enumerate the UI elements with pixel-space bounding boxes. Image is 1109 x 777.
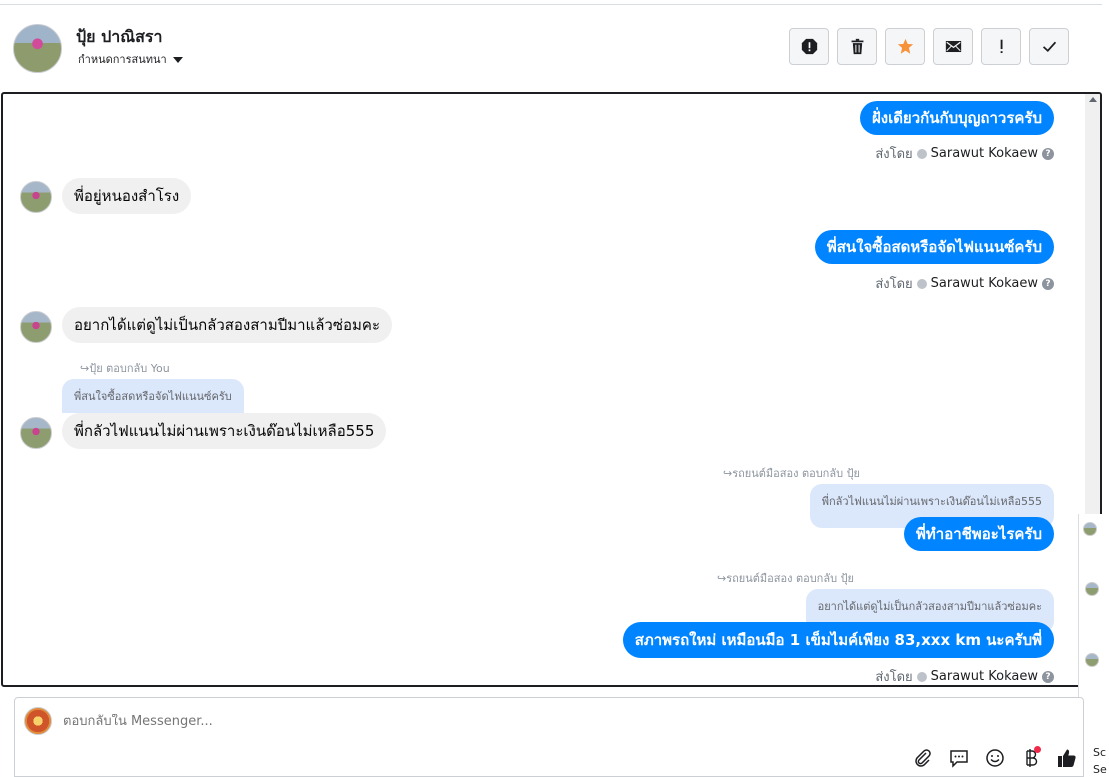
header-toolbar [789, 28, 1069, 65]
preview-avatar [1085, 653, 1099, 667]
reply-indicator: ↪รถยนต์มือสอง ตอบกลับ ปุ้ย [717, 572, 854, 585]
scroll-up-arrow-icon[interactable] [1089, 97, 1097, 102]
saved-replies-button[interactable] [947, 746, 971, 770]
preview-text: Sc [1093, 746, 1107, 759]
sent-by-label: ส่งโดย [875, 670, 913, 685]
emoji-icon [986, 749, 1004, 767]
message-outgoing[interactable]: สภาพรถใหม่ เหมือนมือ 1 เข็มไมค์เพียง 83,… [622, 622, 1054, 658]
star-button[interactable] [885, 28, 925, 65]
message-incoming[interactable]: พี่กลัวไฟแนนไม่ผ่านเพราะเงินด๊อนไม่เหลือ… [62, 413, 387, 449]
like-button[interactable] [1055, 746, 1079, 770]
mark-spam-button[interactable] [789, 28, 829, 65]
contact-avatar-small [20, 417, 52, 449]
contact-name[interactable]: ปุ้ย ปาณิสรา [76, 25, 162, 50]
mail-icon [945, 40, 961, 53]
scrollbar-thumb[interactable] [1087, 110, 1098, 556]
verified-icon [916, 148, 927, 159]
mark-unread-button[interactable] [933, 28, 973, 65]
star-icon [897, 38, 913, 54]
quoted-message[interactable]: พี่สนใจซื้อสดหรือจัดไฟแนนซ์ครับ [62, 379, 244, 413]
message-incoming[interactable]: อยากได้แต่ดูไม่เป็นกลัวสองสามปีมาแล้วซ่อ… [62, 307, 393, 343]
contact-avatar-small [20, 311, 52, 343]
preview-avatar [1083, 522, 1097, 536]
sent-by-label: ส่งโดย [875, 277, 913, 292]
mark-done-button[interactable] [1029, 28, 1069, 65]
follow-up-button[interactable] [981, 28, 1021, 65]
sender-name: Sarawut Kokaew [930, 146, 1038, 161]
like-icon [1058, 749, 1076, 767]
preview-text: Se [1093, 763, 1107, 776]
verified-icon [916, 671, 927, 682]
message-outgoing[interactable]: พี่สนใจซื้อสดหรือจัดไฟแนนซ์ครับ [814, 230, 1054, 264]
delete-button[interactable] [837, 28, 877, 65]
sent-by-info: ส่งโดย Sarawut Kokaew ? [875, 143, 1054, 164]
verified-icon [916, 278, 927, 289]
sent-by-info: ส่งโดย Sarawut Kokaew ? [875, 273, 1054, 294]
spam-icon [801, 38, 817, 55]
contact-avatar-small [20, 181, 52, 213]
help-icon[interactable]: ? [1042, 277, 1054, 290]
page-avatar [24, 707, 52, 735]
message-incoming[interactable]: พี่อยู่หนองสำโรง [62, 178, 192, 214]
saved-reply-icon [950, 750, 968, 768]
emoji-button[interactable] [983, 746, 1007, 770]
trash-icon [851, 38, 863, 55]
message-outgoing[interactable]: พี่ทำอาชีพอะไรครับ [904, 517, 1054, 551]
notification-dot [1034, 746, 1041, 753]
contact-avatar[interactable] [13, 24, 62, 73]
help-icon[interactable]: ? [1042, 147, 1054, 160]
help-icon[interactable]: ? [1042, 670, 1054, 683]
sender-name: Sarawut Kokaew [930, 276, 1038, 291]
composer-toolbar [911, 746, 1079, 770]
sent-by-label: ส่งโดย [875, 147, 913, 162]
done-icon [1042, 41, 1056, 52]
conversation-header: ปุ้ย ปาณิสรา กำหนดการสนทนา [0, 5, 1102, 91]
payment-button[interactable] [1019, 746, 1043, 770]
sent-by-info: ส่งโดย Sarawut Kokaew ? [875, 666, 1054, 685]
assign-conversation-dropdown[interactable]: กำหนดการสนทนา [78, 50, 183, 68]
attach-button[interactable] [911, 746, 935, 770]
attach-icon [915, 749, 931, 767]
reply-input[interactable] [63, 714, 663, 729]
message-outgoing[interactable]: ฝั่งเดียวกันกับบุญถาวรครับ [859, 101, 1054, 135]
reply-indicator: ↪รถยนต์มือสอง ตอบกลับ ปุ้ย [723, 467, 860, 480]
reply-composer [14, 697, 1084, 777]
assign-label: กำหนดการสนทนา [78, 53, 167, 66]
important-icon [1000, 39, 1003, 54]
preview-avatar [1085, 582, 1099, 596]
reply-indicator: ↪ปุ้ย ตอบกลับ You [80, 362, 170, 375]
message-thread[interactable]: ฝั่งเดียวกันกับบุญถาวรครับ ส่งโดย Sarawu… [1, 92, 1102, 687]
sender-name: Sarawut Kokaew [930, 669, 1038, 684]
caret-down-icon [172, 56, 183, 63]
